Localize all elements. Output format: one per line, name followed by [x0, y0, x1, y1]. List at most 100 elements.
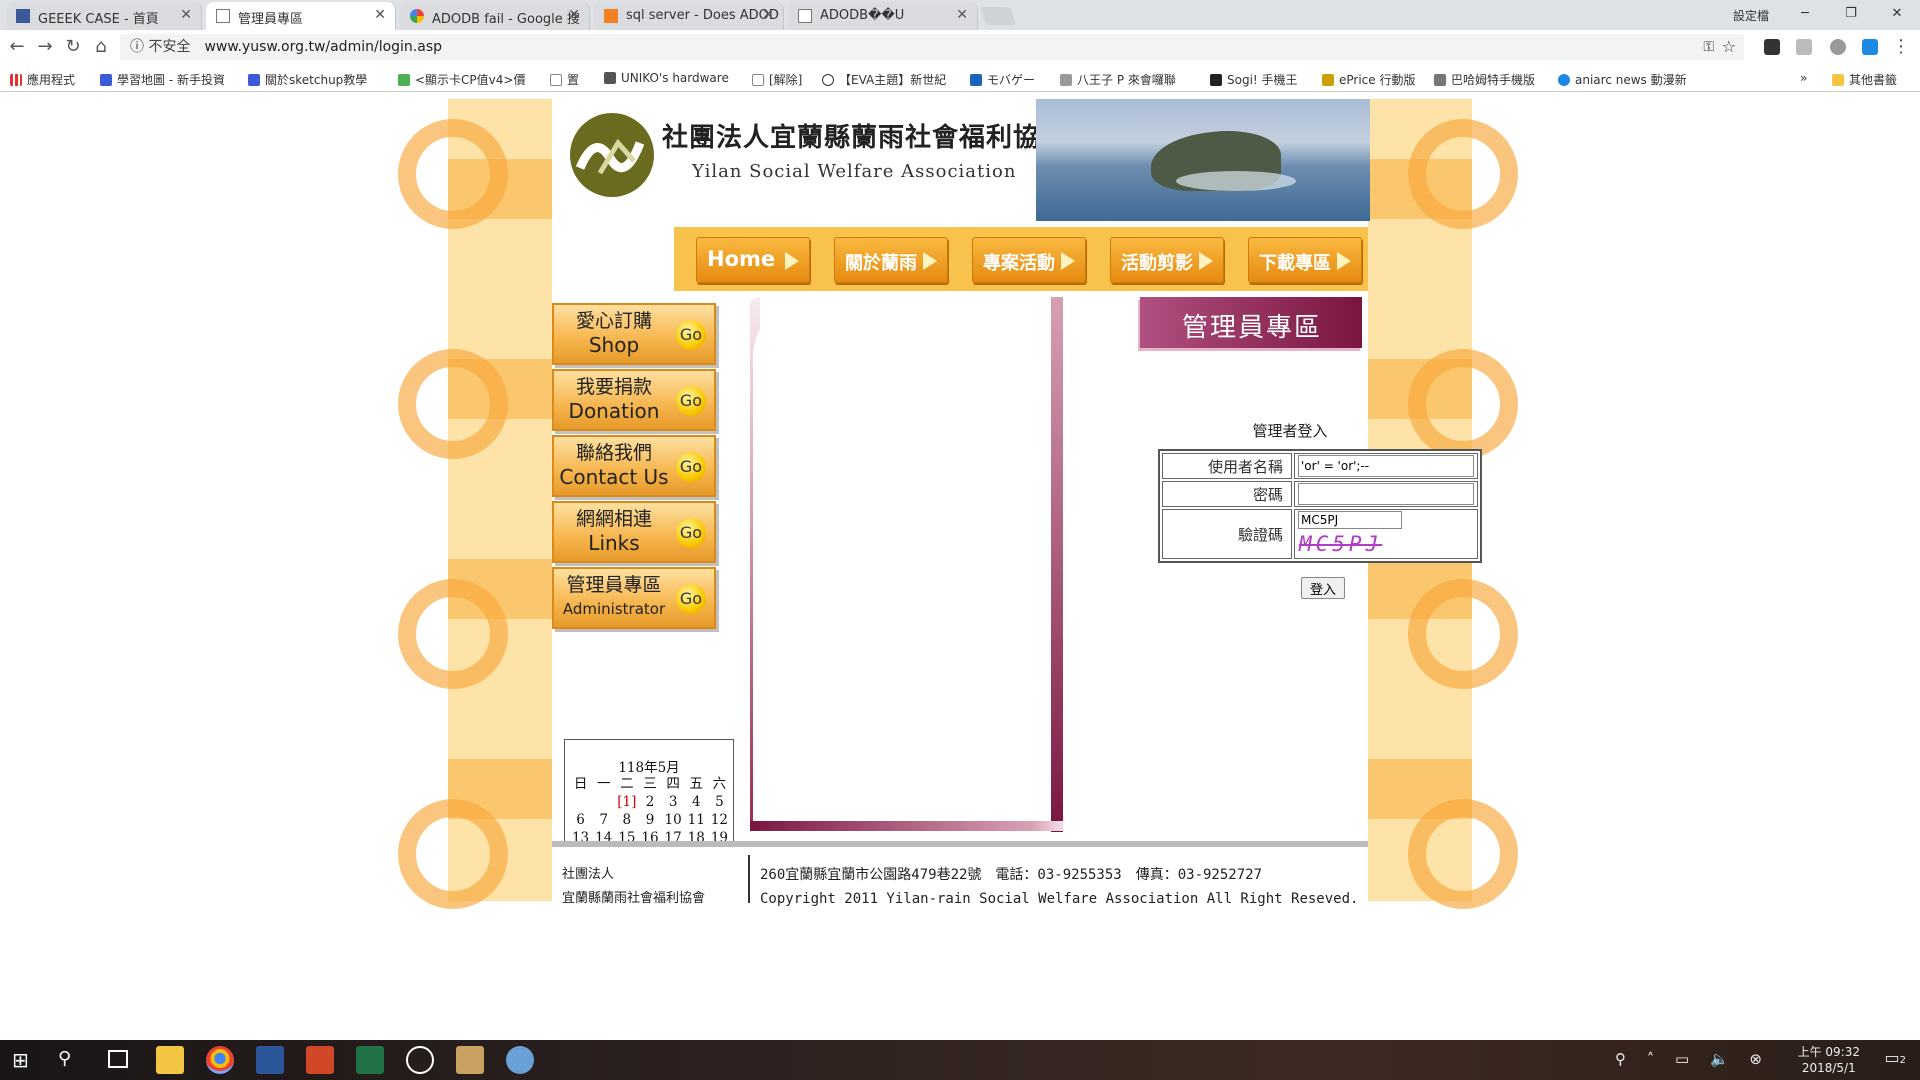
tab-admin-area[interactable]: 管理員專區 ✕	[206, 2, 396, 30]
bookmark-icon	[970, 74, 982, 86]
bookmark-other[interactable]: 其他書籤	[1832, 71, 1897, 88]
menu-icon[interactable]: ⋮	[1890, 36, 1912, 57]
restore-icon[interactable]: ❐	[1828, 0, 1874, 28]
url-text[interactable]: www.yusw.org.tw/admin/login.asp	[204, 39, 442, 55]
extension-icon[interactable]	[1830, 39, 1846, 55]
calendar-day[interactable]: 4	[685, 794, 708, 810]
calendar-day[interactable]: 8	[615, 812, 638, 828]
key-icon[interactable]: ⚿	[1703, 34, 1714, 60]
calendar-day[interactable]: 12	[708, 812, 731, 828]
task-view-icon[interactable]	[108, 1050, 128, 1068]
password-input[interactable]	[1298, 483, 1474, 505]
side-button-admin[interactable]: 管理員專區 Administrator Go	[552, 567, 716, 629]
tab-title: 管理員專區	[238, 12, 304, 27]
tab-close-icon[interactable]: ✕	[956, 7, 968, 23]
new-tab-button[interactable]	[979, 7, 1017, 25]
bookmark-item[interactable]: 【EVA主題】新世紀	[822, 71, 946, 88]
bookmark-item[interactable]: <顯示卡CP值v4>價	[398, 71, 525, 88]
calendar-day[interactable]: 2	[638, 794, 661, 810]
bookmark-item[interactable]: [解除]	[752, 71, 802, 88]
bookmark-item[interactable]: UNIKO's hardware	[604, 71, 729, 85]
back-icon[interactable]: ←	[6, 36, 28, 57]
system-tray-icons[interactable]: ⚲ ˄ ▭ 🔈 ⊗	[1615, 1050, 1770, 1068]
calendar-day[interactable]: [1]	[615, 794, 638, 810]
file-explorer-icon[interactable]	[156, 1046, 184, 1074]
app-icon[interactable]	[456, 1046, 484, 1074]
close-window-icon[interactable]: ✕	[1874, 0, 1920, 28]
info-icon[interactable]: ⓘ	[130, 39, 148, 55]
bookmark-item[interactable]: 巴哈姆特手機版	[1434, 71, 1535, 88]
address-bar[interactable]: ⓘ 不安全 www.yusw.org.tw/admin/login.asp ⚿ ☆	[120, 34, 1744, 60]
extension-icon[interactable]	[1862, 39, 1878, 55]
calendar-day[interactable]: 11	[685, 812, 708, 828]
side-button-en: Shop	[588, 333, 640, 357]
page-title: 管理員專區	[1140, 297, 1362, 348]
app-icon[interactable]	[406, 1046, 434, 1074]
powerpoint-icon[interactable]	[306, 1046, 334, 1074]
bookmark-item[interactable]: 關於sketchup教學	[248, 71, 367, 88]
extension-icon[interactable]	[1764, 39, 1780, 55]
search-icon[interactable]: ⚲	[58, 1048, 71, 1069]
side-button-donation[interactable]: 我要捐款 Donation Go	[552, 369, 716, 431]
minimize-icon[interactable]: ─	[1782, 0, 1828, 28]
tab-adodb[interactable]: ADODB��U ✕	[788, 2, 978, 30]
calendar-day[interactable]: 3	[662, 794, 685, 810]
excel-icon[interactable]	[356, 1046, 384, 1074]
bookmark-item[interactable]: モバゲー	[970, 71, 1035, 88]
calendar-day[interactable]: 7	[592, 812, 615, 828]
side-button-contact[interactable]: 聯絡我們 Contact Us Go	[552, 435, 716, 497]
apps-icon	[10, 74, 22, 86]
bookmark-item[interactable]: Sogi! 手機王	[1210, 71, 1298, 88]
profile-label[interactable]: 設定檔	[1733, 7, 1769, 24]
bookmark-item[interactable]: ePrice 行動版	[1322, 71, 1415, 88]
clock[interactable]: 上午 09:32 2018/5/1	[1798, 1044, 1860, 1076]
calendar-day[interactable]: 6	[569, 812, 592, 828]
paint-icon[interactable]	[506, 1046, 534, 1074]
tab-google-search[interactable]: ADODB fail - Google 搜 ✕	[400, 2, 590, 30]
bookmark-icon	[1060, 74, 1072, 86]
calendar-day[interactable]: 5	[708, 794, 731, 810]
bookmark-item[interactable]: 學習地圖 - 新手投資	[100, 71, 225, 88]
bookmark-item[interactable]: 置	[550, 71, 579, 88]
tab-close-icon[interactable]: ✕	[762, 7, 774, 23]
star-icon[interactable]: ☆	[1722, 34, 1736, 60]
tab-close-icon[interactable]: ✕	[568, 7, 580, 23]
bookmark-item[interactable]: aniarc news 動漫新	[1558, 71, 1687, 88]
nav-downloads[interactable]: 下載專區	[1248, 237, 1362, 283]
arrow-right-icon	[1337, 252, 1351, 270]
word-icon[interactable]	[256, 1046, 284, 1074]
windows-start-icon[interactable]: ⊞	[12, 1048, 29, 1072]
calendar-day[interactable]: 10	[662, 812, 685, 828]
notification-icon[interactable]: ▭2	[1885, 1048, 1907, 1067]
calendar-day[interactable]: 9	[638, 812, 661, 828]
nav-home[interactable]: Home	[696, 237, 810, 283]
forward-icon[interactable]: →	[34, 36, 56, 57]
login-button[interactable]: 登入	[1301, 577, 1345, 599]
side-button-shop[interactable]: 愛心訂購 Shop Go	[552, 303, 716, 365]
tab-stackoverflow[interactable]: sql server - Does ADOD ✕	[594, 2, 784, 30]
side-button-en: Links	[588, 531, 640, 555]
browser-chrome: GEEEK CASE - 首頁 ✕ 管理員專區 ✕ ADODB fail - G…	[0, 0, 1920, 92]
tab-geeek-case[interactable]: GEEEK CASE - 首頁 ✕	[6, 2, 202, 30]
extension-icon[interactable]	[1796, 39, 1812, 55]
tab-close-icon[interactable]: ✕	[374, 7, 386, 23]
home-icon[interactable]: ⌂	[90, 36, 112, 57]
captcha-input[interactable]	[1298, 511, 1402, 529]
nav-gallery[interactable]: 活動剪影	[1110, 237, 1224, 283]
side-button-links[interactable]: 網網相連 Links Go	[552, 501, 716, 563]
reload-icon[interactable]: ↻	[62, 36, 84, 57]
calendar-day	[592, 794, 615, 810]
username-input[interactable]	[1298, 455, 1474, 477]
bookmark-label: 關於sketchup教學	[265, 73, 368, 87]
nav-about[interactable]: 關於蘭雨	[834, 237, 948, 283]
security-label[interactable]: 不安全	[148, 39, 190, 55]
bookmark-apps[interactable]: 應用程式	[10, 71, 75, 88]
more-bookmarks-icon[interactable]: »	[1800, 71, 1807, 85]
nav-projects[interactable]: 專案活動	[972, 237, 1086, 283]
bookmark-icon	[1558, 74, 1570, 86]
side-button-zh: 網網相連	[575, 508, 652, 530]
bookmark-item[interactable]: 八王子 P 來會囉聯	[1060, 71, 1176, 88]
side-button-zh: 我要捐款	[575, 376, 652, 398]
tab-close-icon[interactable]: ✕	[180, 7, 192, 23]
chrome-icon[interactable]	[206, 1046, 234, 1074]
